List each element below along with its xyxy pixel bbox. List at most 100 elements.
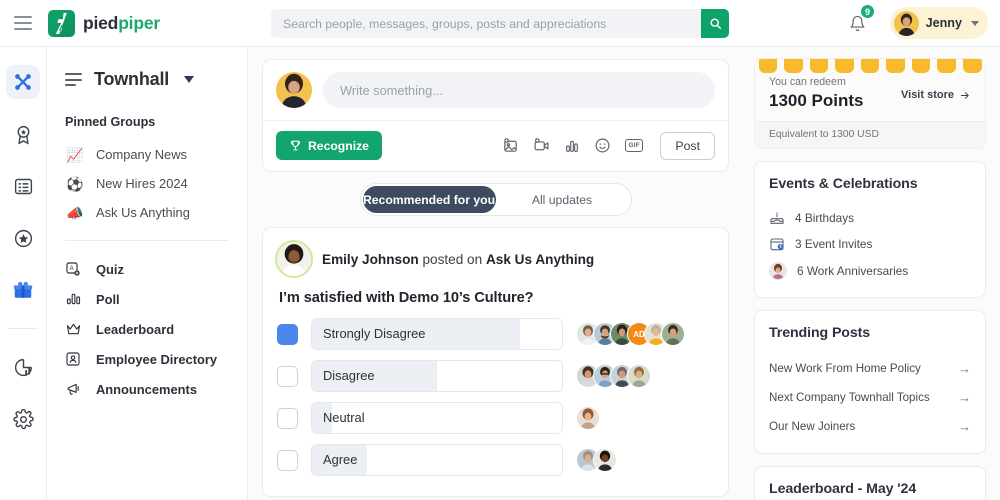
poll-checkbox-strongly-disagree[interactable] — [277, 323, 298, 345]
svg-text:A: A — [70, 266, 74, 272]
leaderboard-card: Leaderboard - May '24 — [754, 466, 986, 500]
sidebar-item-quiz[interactable]: A Quiz — [47, 254, 247, 284]
sidebar-item-label: Quiz — [96, 261, 124, 277]
composer-top: Write something... — [276, 72, 715, 108]
events-title: Events & Celebrations — [769, 176, 918, 192]
rail-item-tasks[interactable] — [6, 169, 40, 203]
rail-item-analytics[interactable] — [6, 350, 40, 384]
tab-all-updates[interactable]: All updates — [496, 186, 629, 213]
visit-store-label: Visit store — [901, 89, 954, 101]
avatar — [576, 406, 600, 430]
search-container — [271, 9, 729, 38]
trending-card: Trending Posts New Work From Home Policy… — [754, 310, 986, 454]
poll-option-label: Agree — [323, 452, 358, 467]
post-action: posted on — [422, 251, 483, 267]
trending-row-1[interactable]: New Work From Home Policy → — [769, 354, 971, 383]
user-name: Jenny — [925, 16, 962, 30]
poll-bar-agree[interactable]: Agree — [311, 444, 563, 476]
recognize-label: Recognize — [308, 138, 369, 153]
event-row-invites[interactable]: 3 Event Invites — [769, 231, 971, 257]
brand-logo[interactable]: piedpiper — [48, 9, 160, 37]
trending-up-icon: 📈 — [66, 146, 84, 163]
emoji-icon[interactable] — [594, 137, 611, 154]
sidebar-item-ask-us-anything[interactable]: 📣 Ask Us Anything — [47, 198, 247, 227]
tab-recommended[interactable]: Recommended for you — [362, 186, 496, 213]
network-icon — [15, 74, 31, 90]
analytics-pie-icon — [14, 358, 32, 376]
avatar — [769, 262, 787, 280]
sidebar-item-poll[interactable]: Poll — [47, 284, 247, 314]
triangle-down-icon[interactable] — [184, 76, 195, 83]
arrow-right-icon — [960, 91, 969, 99]
post-group[interactable]: Ask Us Anything — [486, 252, 594, 267]
user-menu[interactable]: Jenny — [889, 7, 988, 39]
poll-voters-disagree[interactable] — [576, 364, 651, 388]
poll-option-row: Disagree — [277, 360, 714, 392]
arrow-right-icon: → — [958, 390, 971, 405]
add-poll-icon[interactable] — [564, 138, 580, 154]
poll-bar-neutral[interactable]: Neutral — [311, 402, 563, 434]
gif-icon[interactable]: GIF — [624, 139, 644, 152]
rail-item-favorites[interactable] — [6, 221, 40, 255]
sidebar-item-company-news[interactable]: 📈 Company News — [47, 140, 247, 169]
chevron-down-icon — [971, 20, 979, 26]
star-circle-icon — [14, 229, 32, 247]
soccer-ball-icon: ⚽ — [66, 175, 84, 192]
sidebar-item-label: Leaderboard — [96, 321, 175, 337]
poll-bar-strongly-disagree[interactable]: Strongly Disagree — [311, 318, 563, 350]
sidebar-item-announcements[interactable]: Announcements — [47, 374, 247, 404]
poll-voters-neutral[interactable] — [576, 406, 600, 430]
poll-option-label: Neutral — [323, 410, 365, 425]
poll-option-label: Disagree — [323, 368, 375, 383]
rail-item-rewards[interactable] — [6, 273, 40, 307]
sidebar-item-employee-directory[interactable]: Employee Directory — [47, 344, 247, 374]
trending-row-2[interactable]: Next Company Townhall Topics → — [769, 383, 971, 412]
poll-checkbox-disagree[interactable] — [277, 365, 298, 387]
post-author[interactable]: Emily Johnson — [322, 252, 419, 267]
brand-name: piedpiper — [83, 13, 160, 34]
rail-item-settings[interactable] — [6, 402, 40, 436]
post-button[interactable]: Post — [660, 131, 715, 160]
event-label: 4 Birthdays — [795, 211, 855, 225]
brand-name-part1: pied — [83, 12, 119, 33]
calendar-clock-icon — [770, 238, 784, 251]
notifications-button[interactable]: 9 — [842, 4, 875, 38]
sidebar-item-leaderboard[interactable]: Leaderboard — [47, 314, 247, 344]
list-checklist-icon — [14, 178, 32, 194]
rail-item-network[interactable] — [6, 65, 40, 99]
rail-item-awards[interactable] — [6, 117, 40, 151]
avatar[interactable] — [277, 242, 311, 276]
composer-input[interactable]: Write something... — [323, 72, 715, 108]
leaderboard-title: Leaderboard - May '24 — [769, 481, 917, 497]
event-row-birthdays[interactable]: 4 Birthdays — [769, 205, 971, 231]
event-row-anniversaries[interactable]: 6 Work Anniversaries — [769, 257, 971, 285]
visit-store-link[interactable]: Visit store — [901, 89, 971, 101]
search-button[interactable] — [701, 9, 729, 38]
poll-bar-disagree[interactable]: Disagree — [311, 360, 563, 392]
poll-voters-agree[interactable] — [576, 448, 617, 472]
search-box[interactable] — [271, 9, 729, 38]
sidebar-item-new-hires-2024[interactable]: ⚽ New Hires 2024 — [47, 169, 247, 198]
poll-voters-strongly-disagree[interactable]: AD — [576, 322, 685, 346]
cake-icon — [770, 212, 784, 224]
hamburger-icon[interactable] — [14, 16, 32, 30]
trending-label: Our New Joiners — [769, 420, 856, 433]
poll-option-label: Strongly Disagree — [323, 326, 426, 341]
search-input[interactable] — [283, 16, 683, 31]
rail-divider — [8, 328, 38, 329]
trending-row-3[interactable]: Our New Joiners → — [769, 412, 971, 441]
sidebar-header[interactable]: Townhall — [47, 69, 247, 90]
points-card: You can redeem 1300 Points Visit store E… — [754, 58, 986, 149]
trending-title: Trending Posts — [769, 325, 871, 341]
post-meta: Emily Johnson posted on Ask Us Anything — [322, 252, 594, 267]
poll-checkbox-agree[interactable] — [277, 449, 298, 471]
sidebar-item-label: Announcements — [96, 381, 197, 397]
add-image-icon[interactable] — [502, 137, 519, 154]
pinned-groups-heading: Pinned Groups — [65, 115, 156, 129]
poll-checkbox-neutral[interactable] — [277, 407, 298, 429]
points-equivalent: Equivalent to 1300 USD — [755, 121, 985, 148]
feed-post: Emily Johnson posted on Ask Us Anything … — [262, 227, 729, 497]
piedpiper-logo-icon — [48, 9, 75, 37]
add-video-icon[interactable] — [533, 137, 550, 154]
recognize-button[interactable]: Recognize — [276, 131, 382, 160]
